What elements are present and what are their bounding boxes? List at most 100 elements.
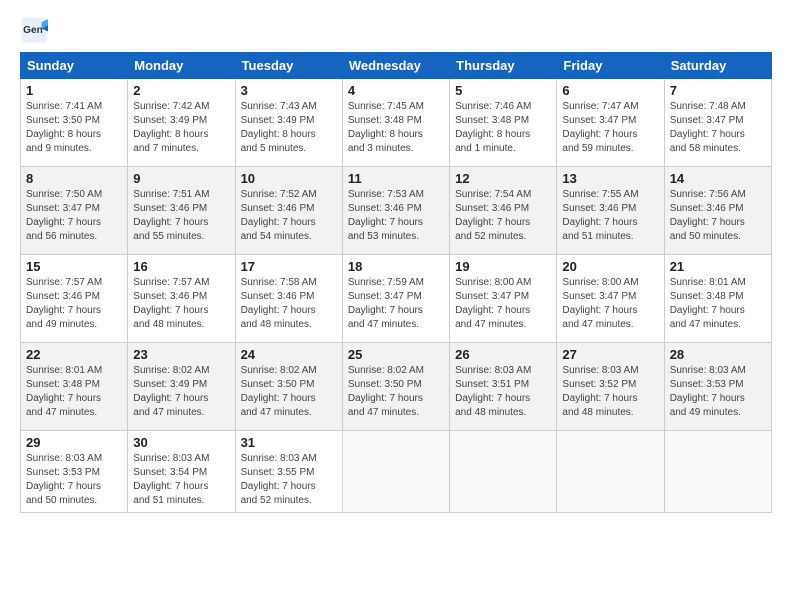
calendar-cell: 14 Sunrise: 7:56 AM Sunset: 3:46 PM Dayli… <box>664 167 771 255</box>
logo-icon: Gen <box>20 16 48 44</box>
day-detail: Sunrise: 8:01 AM Sunset: 3:48 PM Dayligh… <box>670 276 766 332</box>
day-number: 24 <box>241 347 337 362</box>
day-detail: Sunrise: 7:57 AM Sunset: 3:46 PM Dayligh… <box>133 276 229 332</box>
day-detail: Sunrise: 7:52 AM Sunset: 3:46 PM Dayligh… <box>241 188 337 244</box>
day-detail: Sunrise: 7:50 AM Sunset: 3:47 PM Dayligh… <box>26 188 122 244</box>
calendar-cell: 21 Sunrise: 8:01 AM Sunset: 3:48 PM Dayli… <box>664 255 771 343</box>
day-number: 15 <box>26 259 122 274</box>
day-detail: Sunrise: 7:48 AM Sunset: 3:47 PM Dayligh… <box>670 100 766 156</box>
calendar-cell: 31 Sunrise: 8:03 AM Sunset: 3:55 PM Dayli… <box>235 431 342 513</box>
day-number: 21 <box>670 259 766 274</box>
svg-text:Gen: Gen <box>23 25 43 36</box>
weekday-header: Wednesday <box>342 53 449 79</box>
day-number: 19 <box>455 259 551 274</box>
day-detail: Sunrise: 7:55 AM Sunset: 3:46 PM Dayligh… <box>562 188 658 244</box>
day-number: 30 <box>133 435 229 450</box>
day-number: 16 <box>133 259 229 274</box>
day-detail: Sunrise: 8:03 AM Sunset: 3:51 PM Dayligh… <box>455 364 551 420</box>
day-number: 10 <box>241 171 337 186</box>
calendar-cell: 17Sunrise: 7:58 AM Sunset: 3:46 PM Dayli… <box>235 255 342 343</box>
day-number: 11 <box>348 171 444 186</box>
day-detail: Sunrise: 7:54 AM Sunset: 3:46 PM Dayligh… <box>455 188 551 244</box>
calendar: SundayMondayTuesdayWednesdayThursdayFrid… <box>20 52 772 513</box>
day-detail: Sunrise: 8:01 AM Sunset: 3:48 PM Dayligh… <box>26 364 122 420</box>
calendar-cell <box>450 431 557 513</box>
day-number: 4 <box>348 83 444 98</box>
day-number: 5 <box>455 83 551 98</box>
day-detail: Sunrise: 8:00 AM Sunset: 3:47 PM Dayligh… <box>455 276 551 332</box>
day-number: 13 <box>562 171 658 186</box>
calendar-cell: 3 Sunrise: 7:43 AM Sunset: 3:49 PM Daylig… <box>235 79 342 167</box>
day-number: 14 <box>670 171 766 186</box>
calendar-cell: 4 Sunrise: 7:45 AM Sunset: 3:48 PM Daylig… <box>342 79 449 167</box>
day-number: 31 <box>241 435 337 450</box>
day-detail: Sunrise: 7:42 AM Sunset: 3:49 PM Dayligh… <box>133 100 229 156</box>
day-number: 25 <box>348 347 444 362</box>
calendar-cell: 6 Sunrise: 7:47 AM Sunset: 3:47 PM Daylig… <box>557 79 664 167</box>
calendar-cell: 5 Sunrise: 7:46 AM Sunset: 3:48 PM Daylig… <box>450 79 557 167</box>
weekday-header: Friday <box>557 53 664 79</box>
day-detail: Sunrise: 7:56 AM Sunset: 3:46 PM Dayligh… <box>670 188 766 244</box>
day-detail: Sunrise: 7:46 AM Sunset: 3:48 PM Dayligh… <box>455 100 551 156</box>
calendar-cell: 16 Sunrise: 7:57 AM Sunset: 3:46 PM Dayli… <box>128 255 235 343</box>
day-number: 12 <box>455 171 551 186</box>
calendar-cell: 2 Sunrise: 7:42 AM Sunset: 3:49 PM Daylig… <box>128 79 235 167</box>
weekday-header: Monday <box>128 53 235 79</box>
calendar-cell <box>664 431 771 513</box>
calendar-cell <box>342 431 449 513</box>
day-detail: Sunrise: 8:03 AM Sunset: 3:53 PM Dayligh… <box>670 364 766 420</box>
logo: Gen <box>20 16 52 44</box>
calendar-cell: 10 Sunrise: 7:52 AM Sunset: 3:46 PM Dayli… <box>235 167 342 255</box>
day-detail: Sunrise: 7:43 AM Sunset: 3:49 PM Dayligh… <box>241 100 337 156</box>
day-number: 8 <box>26 171 122 186</box>
day-detail: Sunrise: 8:03 AM Sunset: 3:52 PM Dayligh… <box>562 364 658 420</box>
day-number: 27 <box>562 347 658 362</box>
calendar-cell: 13 Sunrise: 7:55 AM Sunset: 3:46 PM Dayli… <box>557 167 664 255</box>
calendar-cell: 19 Sunrise: 8:00 AM Sunset: 3:47 PM Dayli… <box>450 255 557 343</box>
weekday-header: Thursday <box>450 53 557 79</box>
day-detail: Sunrise: 7:57 AM Sunset: 3:46 PM Dayligh… <box>26 276 122 332</box>
calendar-cell: 15 Sunrise: 7:57 AM Sunset: 3:46 PM Dayli… <box>21 255 128 343</box>
day-number: 7 <box>670 83 766 98</box>
calendar-cell: 25 Sunrise: 8:02 AM Sunset: 3:50 PM Dayli… <box>342 343 449 431</box>
day-detail: Sunrise: 8:02 AM Sunset: 3:50 PM Dayligh… <box>241 364 337 420</box>
calendar-cell: 26 Sunrise: 8:03 AM Sunset: 3:51 PM Dayli… <box>450 343 557 431</box>
calendar-cell: 24 Sunrise: 8:02 AM Sunset: 3:50 PM Dayli… <box>235 343 342 431</box>
weekday-header: Sunday <box>21 53 128 79</box>
day-number: 9 <box>133 171 229 186</box>
day-number: 28 <box>670 347 766 362</box>
calendar-cell <box>557 431 664 513</box>
day-detail: Sunrise: 8:03 AM Sunset: 3:53 PM Dayligh… <box>26 452 122 508</box>
calendar-cell: 28 Sunrise: 8:03 AM Sunset: 3:53 PM Dayli… <box>664 343 771 431</box>
day-detail: Sunrise: 8:03 AM Sunset: 3:55 PM Dayligh… <box>241 452 337 508</box>
weekday-header: Tuesday <box>235 53 342 79</box>
calendar-cell: 23Sunrise: 8:02 AM Sunset: 3:49 PM Dayli… <box>128 343 235 431</box>
calendar-cell: 1 Sunrise: 7:41 AM Sunset: 3:50 PM Daylig… <box>21 79 128 167</box>
calendar-cell: 20 Sunrise: 8:00 AM Sunset: 3:47 PM Dayli… <box>557 255 664 343</box>
day-number: 1 <box>26 83 122 98</box>
day-number: 17 <box>241 259 337 274</box>
calendar-cell: 12 Sunrise: 7:54 AM Sunset: 3:46 PM Dayli… <box>450 167 557 255</box>
day-detail: Sunrise: 7:41 AM Sunset: 3:50 PM Dayligh… <box>26 100 122 156</box>
day-detail: Sunrise: 8:03 AM Sunset: 3:54 PM Dayligh… <box>133 452 229 508</box>
weekday-header: Saturday <box>664 53 771 79</box>
day-number: 29 <box>26 435 122 450</box>
day-number: 20 <box>562 259 658 274</box>
calendar-cell: 22Sunrise: 8:01 AM Sunset: 3:48 PM Dayli… <box>21 343 128 431</box>
day-number: 3 <box>241 83 337 98</box>
day-detail: Sunrise: 7:47 AM Sunset: 3:47 PM Dayligh… <box>562 100 658 156</box>
day-number: 2 <box>133 83 229 98</box>
calendar-cell: 18 Sunrise: 7:59 AM Sunset: 3:47 PM Dayli… <box>342 255 449 343</box>
day-number: 6 <box>562 83 658 98</box>
calendar-cell: 29 Sunrise: 8:03 AM Sunset: 3:53 PM Dayli… <box>21 431 128 513</box>
day-detail: Sunrise: 8:02 AM Sunset: 3:50 PM Dayligh… <box>348 364 444 420</box>
calendar-cell: 30 Sunrise: 8:03 AM Sunset: 3:54 PM Dayli… <box>128 431 235 513</box>
day-detail: Sunrise: 7:45 AM Sunset: 3:48 PM Dayligh… <box>348 100 444 156</box>
page-container: Gen SundayMondayTuesdayWednesdayThursday… <box>0 0 792 523</box>
day-number: 18 <box>348 259 444 274</box>
day-detail: Sunrise: 8:00 AM Sunset: 3:47 PM Dayligh… <box>562 276 658 332</box>
day-number: 26 <box>455 347 551 362</box>
calendar-cell: 11Sunrise: 7:53 AM Sunset: 3:46 PM Dayli… <box>342 167 449 255</box>
day-detail: Sunrise: 7:59 AM Sunset: 3:47 PM Dayligh… <box>348 276 444 332</box>
calendar-cell: 27 Sunrise: 8:03 AM Sunset: 3:52 PM Dayli… <box>557 343 664 431</box>
